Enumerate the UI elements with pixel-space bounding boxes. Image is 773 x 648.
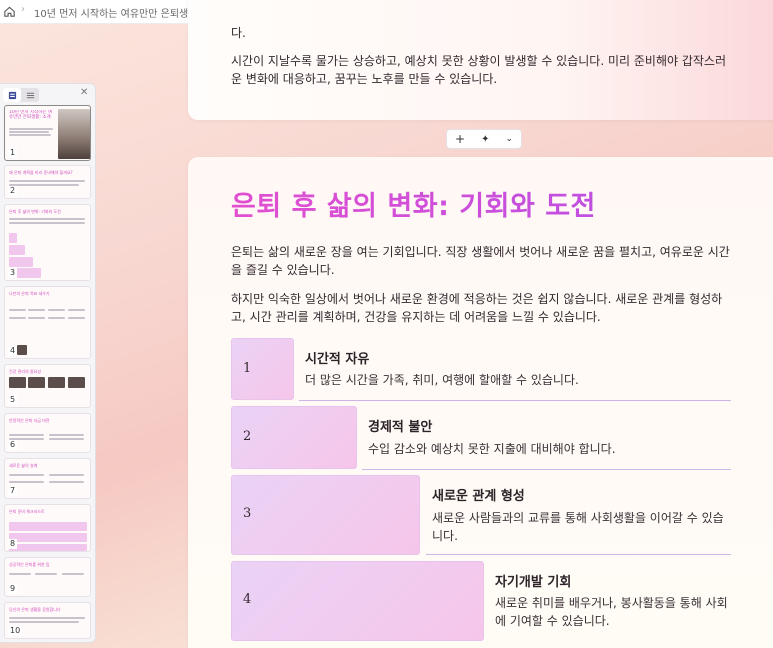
slide-insert-toolbar: + ✦ ⌄ xyxy=(446,129,522,149)
slide-thumbnail-4[interactable]: 나만의 은퇴 목표 세우기 4 xyxy=(4,286,91,359)
step-description: 새로운 취미를 배우거나, 봉사활동을 통해 사회에 기여할 수 있습니다. xyxy=(495,596,728,628)
slide-paragraph-1: 은퇴는 삶의 새로운 장을 여는 기회입니다. 직장 생활에서 벗어나 새로운 … xyxy=(231,245,730,277)
step-title: 경제적 불안 xyxy=(368,420,433,435)
thumbnail-number: 7 xyxy=(8,486,18,496)
step-number: 4 xyxy=(243,592,252,607)
previous-slide-paragraph: 시간이 지날수록 물가는 상승하고, 예상치 못한 상황이 발생할 수 있습니다… xyxy=(231,54,727,86)
slide-thumbnail-7[interactable]: 새로운 삶의 설계 7 xyxy=(4,458,91,499)
thumbnail-number: 10 xyxy=(8,626,23,636)
close-icon[interactable]: ✕ xyxy=(80,87,88,98)
list-view-icon[interactable] xyxy=(21,88,39,102)
thumbnail-photo xyxy=(58,109,90,159)
slide-thumbnail-5[interactable]: 건강 관리의 중요성 5 xyxy=(4,364,91,408)
thumbnail-title: 성공적인 은퇴를 위한 팁 xyxy=(9,562,50,567)
thumbnail-title: 은퇴 준비 체크리스트 xyxy=(9,509,45,514)
step-divider xyxy=(299,400,731,401)
chevron-down-icon[interactable]: ⌄ xyxy=(505,134,513,144)
slide-thumbnail-panel: ✕ 10년 먼저 시작하는 여유만만 은퇴생활: 소개 1 왜 은퇴 계획을 미… xyxy=(0,83,96,643)
thumbnail-number: 4 xyxy=(8,346,18,356)
step-title: 새로운 관계 형성 xyxy=(432,489,525,504)
step-title: 시간적 자유 xyxy=(305,352,370,367)
thumbnail-number: 8 xyxy=(8,539,18,549)
step-box-4: 4 xyxy=(231,561,484,641)
step-description: 수입 감소와 예상치 못한 지출에 대비해야 합니다. xyxy=(368,442,616,456)
slide-thumbnail-6[interactable]: 안정적인 은퇴 자금 마련 6 xyxy=(4,413,91,453)
slide-thumbnail-8[interactable]: 은퇴 준비 체크리스트 8 xyxy=(4,504,91,552)
thumbnail-title: 은퇴 후 삶의 변화: 기회와 도전 xyxy=(9,209,61,214)
previous-slide-tail-text: 다. xyxy=(231,26,246,40)
step-description: 더 많은 시간을 가족, 취미, 여행에 할애할 수 있습니다. xyxy=(305,373,579,387)
thumbnail-number: 9 xyxy=(8,584,18,594)
step-description: 새로운 사람들과의 교류를 통해 사회생활을 이어갈 수 있습니다. xyxy=(432,511,724,543)
thumbnail-title: 새로운 삶의 설계 xyxy=(9,463,38,468)
slide-thumbnail-10[interactable]: 당신의 은퇴 생활을 응원합니다 10 xyxy=(4,602,91,639)
slide-thumbnail-3[interactable]: 은퇴 후 삶의 변화: 기회와 도전 3 xyxy=(4,204,91,281)
thumbnail-title: 안정적인 은퇴 자금 마련 xyxy=(9,418,50,423)
slide-thumbnail-2[interactable]: 왜 은퇴 계획을 미리 준비해야 할까요? 2 xyxy=(4,165,91,199)
card-view-icon[interactable] xyxy=(3,88,21,102)
ai-sparkle-icon[interactable]: ✦ xyxy=(481,134,489,145)
thumbnail-number: 1 xyxy=(8,148,18,158)
step-number: 2 xyxy=(243,429,252,444)
step-box-3: 3 xyxy=(231,475,420,555)
step-divider xyxy=(362,469,731,470)
home-icon[interactable] xyxy=(3,5,16,18)
thumbnail-panel-header: ✕ xyxy=(0,84,95,104)
slide-thumbnail-1[interactable]: 10년 먼저 시작하는 여유만만 은퇴생활: 소개 1 xyxy=(4,105,91,161)
thumbnail-number: 2 xyxy=(8,186,18,196)
chevron-right-icon: › xyxy=(21,4,25,15)
thumbnail-title: 10년 먼저 시작하는 여유만만 은퇴생활: 소개 xyxy=(9,110,53,120)
thumbnail-title: 나만의 은퇴 목표 세우기 xyxy=(9,291,50,296)
step-number: 1 xyxy=(243,361,252,376)
thumbnail-number: 3 xyxy=(8,268,18,278)
slide-title: 은퇴 후 삶의 변화: 기회와 도전 xyxy=(231,184,596,223)
step-box-2: 2 xyxy=(231,406,357,469)
step-divider xyxy=(426,554,731,555)
step-box-1: 1 xyxy=(231,338,294,400)
thumbnail-number: 5 xyxy=(8,395,18,405)
add-icon[interactable]: + xyxy=(455,132,465,146)
view-toggle xyxy=(3,88,39,102)
step-title: 자기개발 기회 xyxy=(495,575,572,590)
thumbnail-title: 왜 은퇴 계획을 미리 준비해야 할까요? xyxy=(9,170,73,175)
thumbnail-title: 건강 관리의 중요성 xyxy=(9,369,41,374)
step-number: 3 xyxy=(243,506,252,521)
thumbnail-title: 당신의 은퇴 생활을 응원합니다 xyxy=(9,607,61,612)
slide-thumbnail-9[interactable]: 성공적인 은퇴를 위한 팁 9 xyxy=(4,557,91,597)
thumbnail-number: 6 xyxy=(8,440,18,450)
slide-paragraph-2: 하지만 익숙한 일상에서 벗어나 새로운 환경에 적응하는 것은 쉽지 않습니다… xyxy=(231,292,723,324)
